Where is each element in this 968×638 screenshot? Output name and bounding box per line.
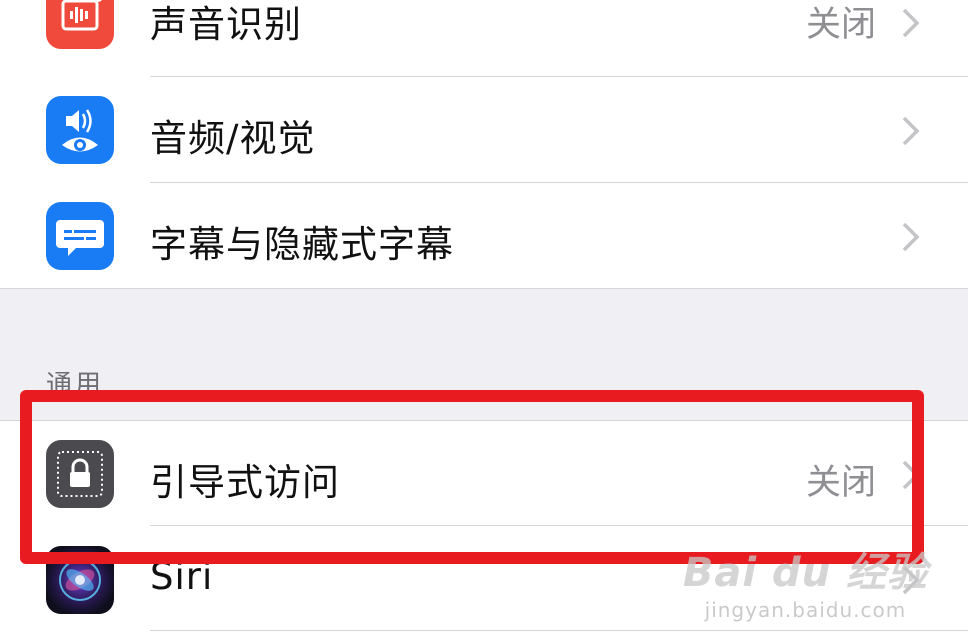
hearing-settings-group: 声音识别 关闭 音频/视觉 字幕与隐藏式字幕 xyxy=(0,0,968,289)
settings-row-subtitles[interactable]: 字幕与隐藏式字幕 xyxy=(0,183,968,289)
audio-visual-icon xyxy=(46,96,114,164)
sound-recognition-value: 关闭 xyxy=(805,5,876,45)
settings-row-audio-visual[interactable]: 音频/视觉 xyxy=(0,77,968,183)
sound-recognition-label: 声音识别 xyxy=(150,3,302,46)
subtitles-icon xyxy=(46,202,114,270)
watermark: Bai du 经验 jingyan.baidu.com xyxy=(683,540,928,622)
separator xyxy=(150,630,968,631)
sound-recognition-icon xyxy=(46,0,114,49)
settings-row-sound-recognition[interactable]: 声音识别 关闭 xyxy=(0,0,968,76)
watermark-url: jingyan.baidu.com xyxy=(704,598,907,622)
chevron-right-icon xyxy=(902,8,920,38)
subtitles-label: 字幕与隐藏式字幕 xyxy=(150,223,454,266)
highlight-box xyxy=(20,390,924,564)
chevron-right-icon xyxy=(902,222,920,252)
watermark-logo: Bai du 经验 xyxy=(682,550,928,596)
audio-visual-label: 音频/视觉 xyxy=(150,117,316,160)
chevron-right-icon xyxy=(902,116,920,146)
